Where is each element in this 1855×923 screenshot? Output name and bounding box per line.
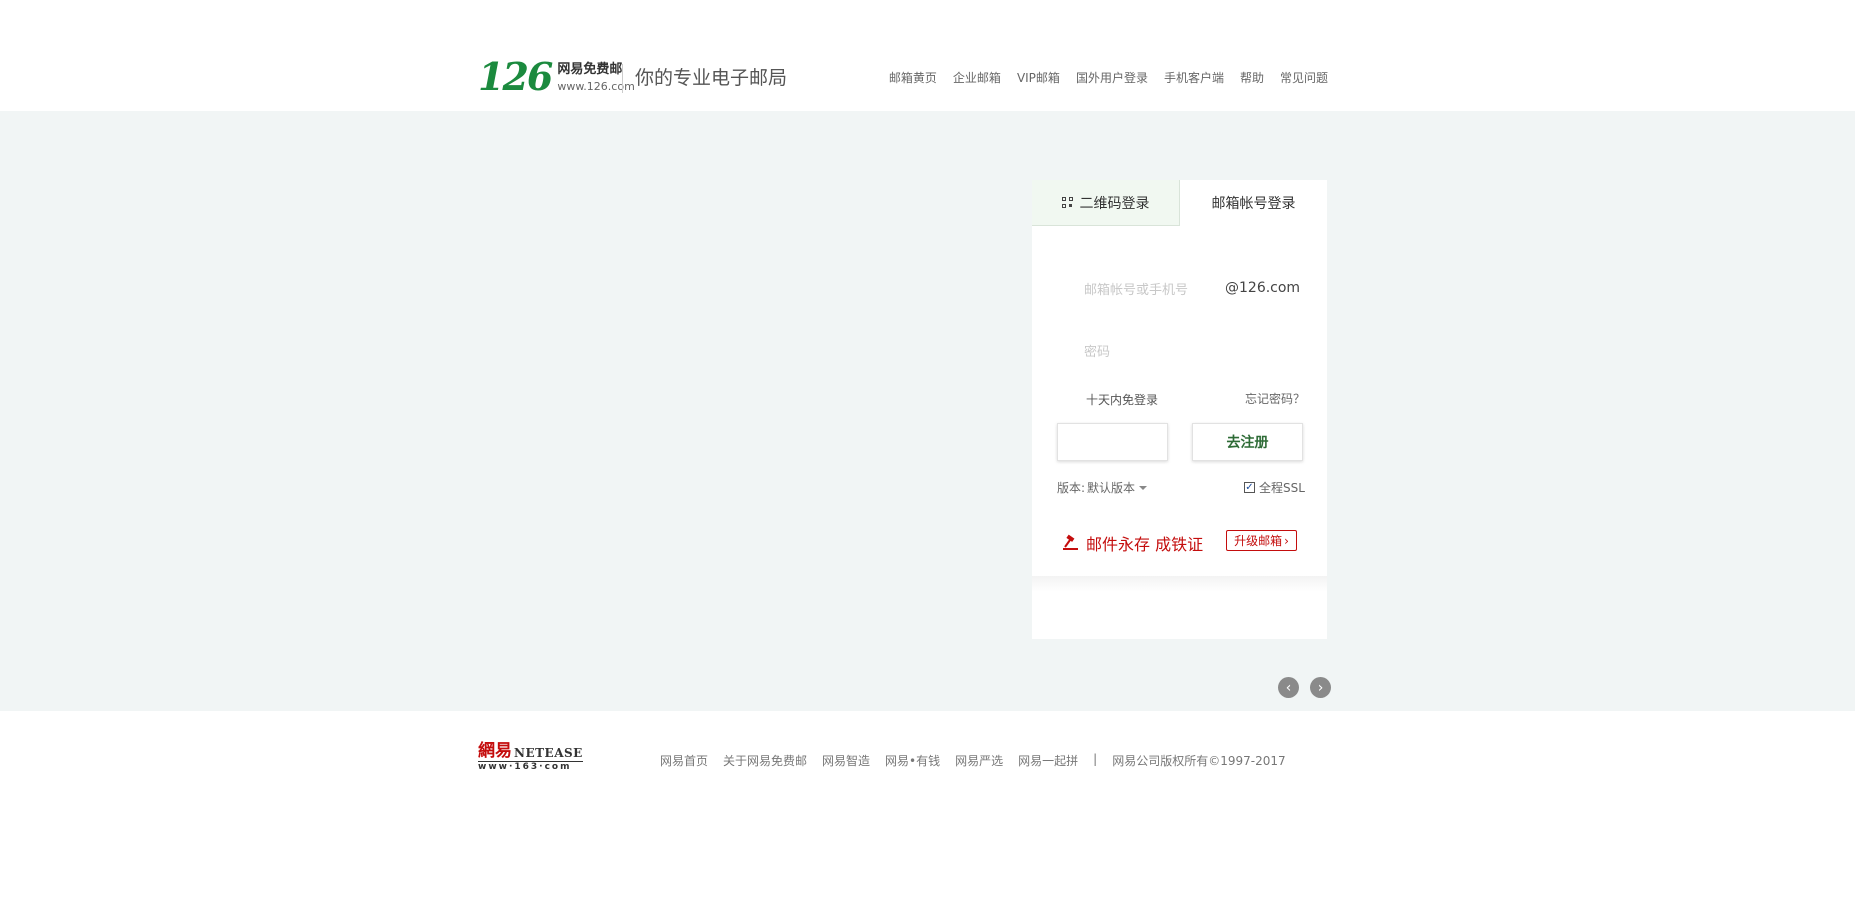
top-nav: 邮箱黄页 企业邮箱 VIP邮箱 国外用户登录 手机客户端 帮助 常见问题: [889, 69, 1328, 86]
gavel-icon: [1063, 534, 1078, 550]
version-label: 版本:: [1057, 481, 1086, 495]
header: 126 网易免费邮 www.126.com 你的专业电子邮局 邮箱黄页 企业邮箱…: [0, 0, 1855, 111]
forgot-password-link[interactable]: 忘记密码？: [1245, 390, 1305, 407]
tab-account-login[interactable]: 邮箱帐号登录: [1180, 180, 1327, 226]
upgrade-mailbox-button[interactable]: 升级邮箱 ›: [1226, 530, 1297, 551]
ssl-checkbox[interactable]: ✓: [1244, 482, 1255, 493]
footer-link-yiqipin[interactable]: 网易一起拼: [1018, 752, 1078, 769]
ssl-label: 全程SSL: [1259, 481, 1305, 495]
account-input[interactable]: [1084, 278, 1224, 302]
tab-qr-label: 二维码登录: [1079, 195, 1150, 212]
footer-copyright: 网易公司版权所有©1997-2017: [1112, 754, 1286, 768]
nav-enterprise-mail[interactable]: 企业邮箱: [953, 69, 1001, 86]
logo-126[interactable]: 126 网易免费邮 www.126.com: [478, 54, 635, 99]
tab-qr-login[interactable]: 二维码登录: [1032, 180, 1180, 226]
register-button[interactable]: 去注册: [1192, 423, 1303, 461]
panel-divider: [1032, 576, 1327, 592]
promo-banner[interactable]: 邮件永存 成铁证: [1062, 531, 1203, 555]
footer-logo-url: www·163·com: [478, 761, 583, 773]
nav-vip-mail[interactable]: VIP邮箱: [1017, 69, 1060, 86]
promo-text: 邮件永存 成铁证: [1086, 535, 1204, 554]
footer-link-netease-home[interactable]: 网易首页: [660, 752, 708, 769]
carousel-next-icon[interactable]: ›: [1310, 677, 1331, 698]
upgrade-label: 升级邮箱: [1234, 534, 1283, 548]
nav-faq[interactable]: 常见问题: [1280, 69, 1328, 86]
footer-separator: |: [1093, 752, 1098, 766]
domain-suffix: @126.com: [1225, 280, 1301, 296]
footer-link-about[interactable]: 关于网易免费邮: [723, 752, 807, 769]
footer-logo-top: 網易 NETEASE: [478, 742, 583, 760]
footer-link-youqian[interactable]: 网易•有钱: [885, 752, 940, 769]
version-selector[interactable]: 版本: 默认版本: [1057, 479, 1148, 496]
logo-number: 126: [478, 54, 553, 99]
login-button[interactable]: [1057, 423, 1168, 461]
footer-nav: 网易首页 关于网易免费邮 网易智造 网易•有钱 网易严选 网易一起拼 | 网易公…: [660, 752, 1286, 769]
netease-footer-logo[interactable]: 網易 NETEASE www·163·com: [478, 742, 583, 773]
caret-down-icon: [1139, 485, 1148, 490]
nav-yellow-pages[interactable]: 邮箱黄页: [889, 69, 937, 86]
login-panel: 二维码登录 邮箱帐号登录: [1032, 180, 1327, 639]
carousel-prev-icon[interactable]: ‹: [1278, 677, 1299, 698]
qr-code-icon: [1061, 196, 1074, 209]
slogan: 你的专业电子邮局: [635, 67, 788, 89]
nav-help[interactable]: 帮助: [1240, 69, 1264, 86]
logo-text: 网易免费邮 www.126.com: [557, 62, 634, 94]
footer-logo-cn: 網易: [478, 741, 512, 761]
logo-url: www.126.com: [557, 80, 635, 93]
main-band: [0, 111, 1855, 711]
footer-logo-en: NETEASE: [514, 746, 583, 760]
footer-link-zhizao[interactable]: 网易智造: [822, 752, 870, 769]
logo-divider: [622, 64, 623, 93]
remember-login[interactable]: 十天内免登录: [1086, 391, 1158, 408]
password-input[interactable]: [1084, 340, 1224, 364]
nav-overseas-login[interactable]: 国外用户登录: [1076, 69, 1148, 86]
footer-link-yanxuan[interactable]: 网易严选: [955, 752, 1003, 769]
logo-cn: 网易免费邮: [557, 62, 623, 77]
tab-account-label: 邮箱帐号登录: [1211, 196, 1296, 212]
nav-mobile-client[interactable]: 手机客户端: [1164, 69, 1224, 86]
ssl-toggle[interactable]: ✓ 全程SSL: [1244, 479, 1305, 496]
chevron-right-icon: ›: [1284, 533, 1289, 548]
version-value: 默认版本: [1087, 481, 1136, 495]
